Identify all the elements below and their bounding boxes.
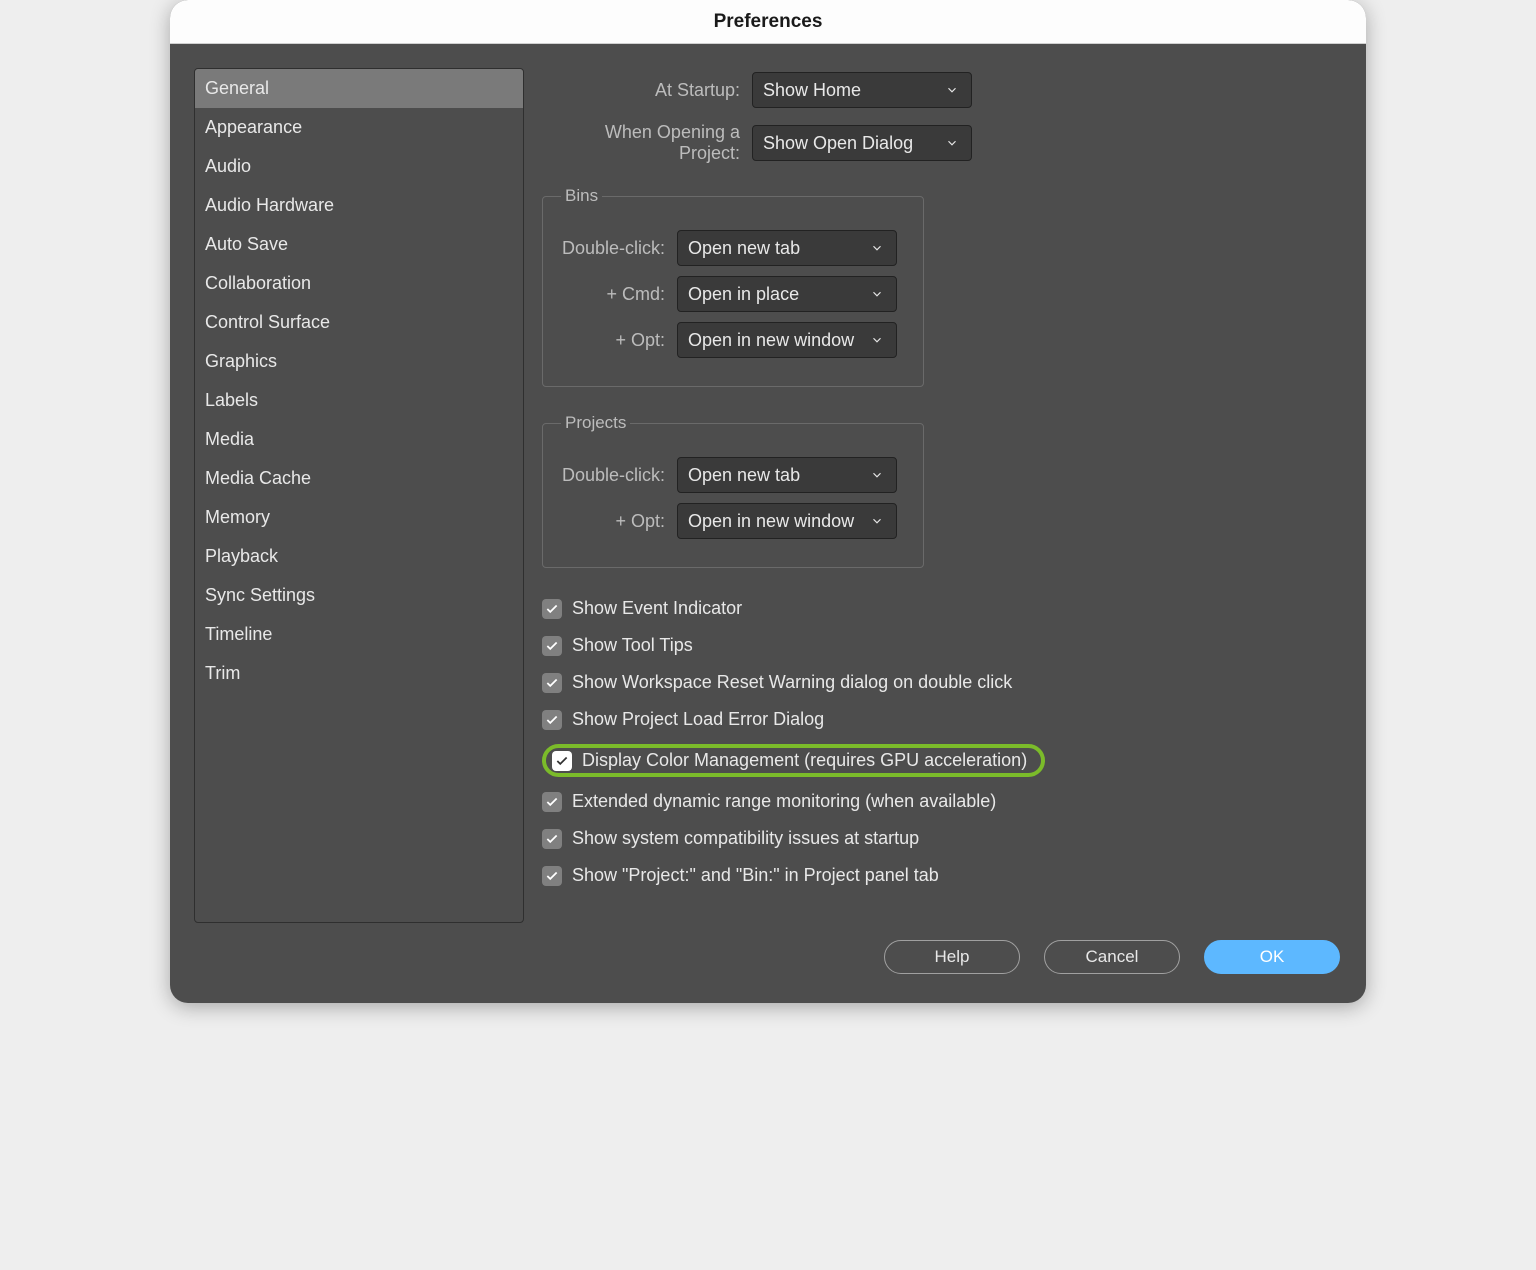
bins-double-click-value: Open new tab xyxy=(688,238,800,259)
checkbox-label: Show "Project:" and "Bin:" in Project pa… xyxy=(572,865,939,886)
checkbox-label: Show Event Indicator xyxy=(572,598,742,619)
help-button[interactable]: Help xyxy=(884,940,1020,974)
bins-cmd-dropdown[interactable]: Open in place xyxy=(677,276,897,312)
projects-group: Projects Double-click: Open new tab + Op… xyxy=(542,413,924,568)
checkbox-label: Show Tool Tips xyxy=(572,635,693,656)
window-title: Preferences xyxy=(714,11,823,33)
category-sidebar: GeneralAppearanceAudioAudio HardwareAuto… xyxy=(194,68,524,923)
checkbox[interactable] xyxy=(542,636,562,656)
checkbox-row: Show Event Indicator xyxy=(542,594,1342,623)
checkbox-row: Show Tool Tips xyxy=(542,631,1342,660)
checkbox-label: Show Project Load Error Dialog xyxy=(572,709,824,730)
checkbox-label: Extended dynamic range monitoring (when … xyxy=(572,791,996,812)
highlighted-option: Display Color Management (requires GPU a… xyxy=(542,744,1045,777)
sidebar-item-labels[interactable]: Labels xyxy=(195,381,523,420)
sidebar-item-appearance[interactable]: Appearance xyxy=(195,108,523,147)
when-opening-row: When Opening a Project: Show Open Dialog xyxy=(542,122,1342,164)
sidebar-item-memory[interactable]: Memory xyxy=(195,498,523,537)
checkbox[interactable] xyxy=(552,751,572,771)
checkbox[interactable] xyxy=(542,792,562,812)
at-startup-row: At Startup: Show Home xyxy=(542,72,1342,108)
sidebar-item-auto-save[interactable]: Auto Save xyxy=(195,225,523,264)
projects-opt-value: Open in new window xyxy=(688,511,854,532)
ok-button[interactable]: OK xyxy=(1204,940,1340,974)
window-body: GeneralAppearanceAudioAudio HardwareAuto… xyxy=(170,44,1366,923)
titlebar: Preferences xyxy=(170,0,1366,44)
checkbox[interactable] xyxy=(542,866,562,886)
chevron-down-icon xyxy=(868,285,886,303)
projects-double-click-value: Open new tab xyxy=(688,465,800,486)
checkbox[interactable] xyxy=(542,829,562,849)
chevron-down-icon xyxy=(868,512,886,530)
projects-double-click-row: Double-click: Open new tab xyxy=(561,457,905,493)
when-opening-value: Show Open Dialog xyxy=(763,133,913,154)
at-startup-value: Show Home xyxy=(763,80,861,101)
sidebar-item-graphics[interactable]: Graphics xyxy=(195,342,523,381)
cancel-button[interactable]: Cancel xyxy=(1044,940,1180,974)
checkbox-row: Show Workspace Reset Warning dialog on d… xyxy=(542,668,1342,697)
at-startup-dropdown[interactable]: Show Home xyxy=(752,72,972,108)
bins-double-click-label: Double-click: xyxy=(561,238,677,259)
when-opening-label: When Opening a Project: xyxy=(542,122,752,164)
bins-opt-value: Open in new window xyxy=(688,330,854,351)
bins-opt-dropdown[interactable]: Open in new window xyxy=(677,322,897,358)
sidebar-item-collaboration[interactable]: Collaboration xyxy=(195,264,523,303)
bins-legend: Bins xyxy=(561,186,602,206)
at-startup-label: At Startup: xyxy=(542,80,752,101)
general-panel: At Startup: Show Home When Opening a Pro… xyxy=(542,68,1342,923)
projects-double-click-label: Double-click: xyxy=(561,465,677,486)
sidebar-item-sync-settings[interactable]: Sync Settings xyxy=(195,576,523,615)
chevron-down-icon xyxy=(943,81,961,99)
projects-opt-row: + Opt: Open in new window xyxy=(561,503,905,539)
chevron-down-icon xyxy=(868,466,886,484)
checkbox[interactable] xyxy=(542,673,562,693)
sidebar-item-media-cache[interactable]: Media Cache xyxy=(195,459,523,498)
bins-opt-row: + Opt: Open in new window xyxy=(561,322,905,358)
checkbox-label: Show system compatibility issues at star… xyxy=(572,828,919,849)
bins-cmd-row: + Cmd: Open in place xyxy=(561,276,905,312)
checkbox-row: Extended dynamic range monitoring (when … xyxy=(542,787,1342,816)
checkbox-list: Show Event Indicator Show Tool Tips Show W… xyxy=(542,586,1342,898)
sidebar-item-playback[interactable]: Playback xyxy=(195,537,523,576)
checkbox-row: Show "Project:" and "Bin:" in Project pa… xyxy=(542,861,1342,890)
checkbox-label: Display Color Management (requires GPU a… xyxy=(582,750,1027,771)
bins-cmd-label: + Cmd: xyxy=(561,284,677,305)
bins-cmd-value: Open in place xyxy=(688,284,799,305)
bins-opt-label: + Opt: xyxy=(561,330,677,351)
sidebar-item-control-surface[interactable]: Control Surface xyxy=(195,303,523,342)
preferences-window: Preferences GeneralAppearanceAudioAudio … xyxy=(170,0,1366,1003)
checkbox[interactable] xyxy=(542,599,562,619)
bins-group: Bins Double-click: Open new tab + Cmd: O… xyxy=(542,186,924,387)
chevron-down-icon xyxy=(943,134,961,152)
sidebar-item-timeline[interactable]: Timeline xyxy=(195,615,523,654)
checkbox-row: Show system compatibility issues at star… xyxy=(542,824,1342,853)
checkbox-row: Show Project Load Error Dialog xyxy=(542,705,1342,734)
sidebar-item-trim[interactable]: Trim xyxy=(195,654,523,693)
bins-double-click-dropdown[interactable]: Open new tab xyxy=(677,230,897,266)
sidebar-item-audio[interactable]: Audio xyxy=(195,147,523,186)
projects-double-click-dropdown[interactable]: Open new tab xyxy=(677,457,897,493)
checkbox[interactable] xyxy=(542,710,562,730)
bins-double-click-row: Double-click: Open new tab xyxy=(561,230,905,266)
checkbox-label: Show Workspace Reset Warning dialog on d… xyxy=(572,672,1012,693)
when-opening-dropdown[interactable]: Show Open Dialog xyxy=(752,125,972,161)
projects-opt-label: + Opt: xyxy=(561,511,677,532)
projects-legend: Projects xyxy=(561,413,630,433)
chevron-down-icon xyxy=(868,239,886,257)
chevron-down-icon xyxy=(868,331,886,349)
dialog-footer: Help Cancel OK xyxy=(170,923,1366,1003)
sidebar-item-audio-hardware[interactable]: Audio Hardware xyxy=(195,186,523,225)
projects-opt-dropdown[interactable]: Open in new window xyxy=(677,503,897,539)
sidebar-item-general[interactable]: General xyxy=(195,69,523,108)
sidebar-item-media[interactable]: Media xyxy=(195,420,523,459)
